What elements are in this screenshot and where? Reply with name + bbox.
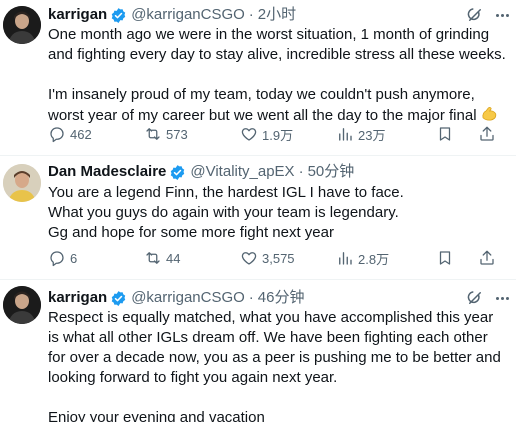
bookmark-icon [439,127,451,141]
like-button[interactable]: 3,575 [240,248,295,268]
like-button[interactable]: 1.9万 [240,124,293,144]
tweet-thread: karrigan @karriganCSGO · 2小时 One month a… [0,0,516,422]
display-name[interactable]: karrigan [48,288,107,308]
verified-badge-icon [110,7,127,24]
user-handle[interactable]: @Vitality_apEX [190,162,294,182]
views-icon [339,128,352,141]
avatar[interactable] [3,6,41,44]
more-options-icon[interactable] [492,289,512,307]
share-icon [480,250,494,265]
bookmark-button[interactable] [436,124,454,144]
timestamp[interactable]: 50分钟 [308,162,355,182]
reply-icon [50,127,64,143]
like-count: 1.9万 [262,127,294,143]
action-bar: 6 44 3,575 2.8万 [48,248,516,268]
grok-icon[interactable] [466,6,484,24]
reply-count: 6 [70,250,78,266]
tweet-paragraph: Enjoy your evening and vacation [48,409,265,422]
grok-icon[interactable] [466,289,484,307]
heart-icon [241,252,257,265]
share-button[interactable] [478,248,496,268]
tweet[interactable]: Dan Madesclaire @Vitality_apEX · 50分钟 Yo… [0,156,516,280]
action-bar: 462 573 1.9万 23万 [48,124,516,144]
share-icon [480,126,494,141]
view-count: 2.8万 [358,251,390,267]
reply-button[interactable]: 462 [48,124,92,144]
reply-button[interactable]: 6 [48,248,77,268]
tweet-header: karrigan @karriganCSGO · 2小时 [48,5,296,25]
repost-icon [146,128,160,140]
bookmark-icon [439,251,451,265]
tweet-line: What you guys do again with your team is… [48,204,399,221]
reply-count: 462 [70,126,92,142]
tweet[interactable]: karrigan @karriganCSGO · 2小时 One month a… [0,0,516,156]
tweet-paragraph: One month ago we were in the worst situa… [48,26,506,63]
timestamp[interactable]: 46分钟 [258,288,305,308]
repost-icon [146,252,160,264]
avatar[interactable] [3,164,41,202]
tweet-line: You are a legend Finn, the hardest IGL I… [48,184,404,201]
tweet-header: Dan Madesclaire @Vitality_apEX · 50分钟 [48,162,354,182]
share-button[interactable] [478,124,496,144]
tweet-paragraph: Respect is equally matched, what you hav… [48,309,501,386]
views-icon [339,252,352,265]
tweet-text: You are a legend Finn, the hardest IGL I… [48,183,506,243]
tweet-header: karrigan @karriganCSGO · 46分钟 [48,288,304,308]
repost-button[interactable]: 44 [144,248,180,268]
tweet-text: One month ago we were in the worst situa… [48,25,506,129]
verified-badge-icon [110,290,127,307]
tweet-line: Gg and hope for some more fight next yea… [48,224,334,241]
tweet[interactable]: karrigan @karriganCSGO · 46分钟 Respect is… [0,280,516,422]
display-name[interactable]: karrigan [48,5,107,25]
timestamp[interactable]: 2小时 [258,5,296,25]
reply-icon [50,251,64,267]
repost-button[interactable]: 573 [144,124,188,144]
separator-dot: · [298,163,304,180]
view-count: 23万 [358,127,386,143]
like-count: 3,575 [262,250,295,266]
user-handle[interactable]: @karriganCSGO [131,288,245,308]
user-handle[interactable]: @karriganCSGO [131,5,245,25]
verified-badge-icon [169,164,186,181]
separator-dot: · [248,6,254,23]
repost-count: 44 [166,250,181,266]
bookmark-button[interactable] [436,248,454,268]
repost-count: 573 [166,126,188,142]
avatar[interactable] [3,286,41,324]
views-button[interactable]: 23万 [336,124,385,144]
heart-icon [241,128,257,141]
tweet-text: Respect is equally matched, what you hav… [48,308,506,422]
more-options-icon[interactable] [492,6,512,24]
views-button[interactable]: 2.8万 [336,248,389,268]
tweet-paragraph: I'm insanely proud of my team, today we … [48,85,506,129]
display-name[interactable]: Dan Madesclaire [48,162,166,182]
separator-dot: · [248,289,254,306]
